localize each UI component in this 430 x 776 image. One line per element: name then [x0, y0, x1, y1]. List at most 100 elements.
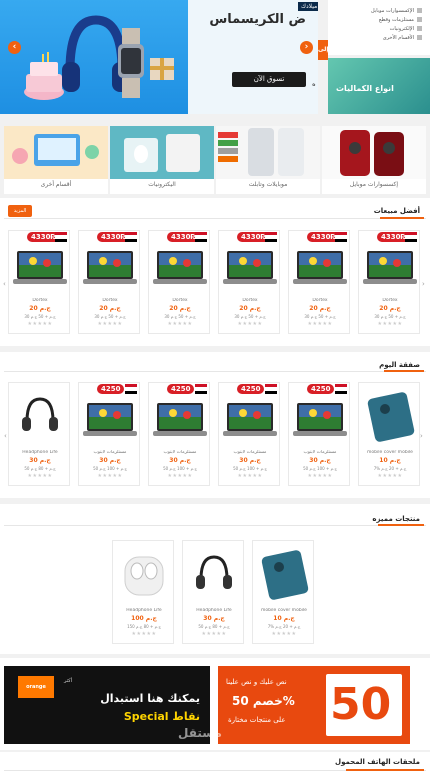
product-image [187, 547, 241, 603]
side-item-label: مستلزمات وقطع [378, 16, 414, 23]
side-item-label: الإلكترونيات [389, 25, 414, 32]
product-old-price: 7% ج.م + 20 ج.م [373, 466, 407, 471]
best-sellers-section: أفضل مبيعات المزيد ‹ › 4330₪ Dortex 20 ج.م… [0, 198, 430, 346]
carousel-prev-icon[interactable]: ‹ [4, 432, 7, 440]
hero-heading: ض الكريسماس [209, 12, 306, 27]
side-category-list: الإكسسوارات موبايل مستلزمات وقطع الإلكتر… [328, 0, 430, 55]
discount-banner[interactable]: 50 نص عليك و نص علينا خصم 50% على منتجات… [218, 666, 410, 744]
product-name: Headphone Life [196, 608, 232, 613]
category-label: اليكترونيات [148, 181, 176, 188]
category-label: إكسسوارات موبايل [349, 181, 399, 188]
carousel-next-icon[interactable]: › [422, 280, 425, 288]
more-button[interactable]: المزيد [8, 205, 32, 217]
category-label: أقسام أخرى [40, 181, 72, 188]
product-card[interactable]: 4250 مستلزمات لابتوب 30 ج.م 50 ج.م + 100 ج.… [288, 382, 350, 486]
product-card[interactable]: 4250 مستلزمات لابتوب 30 ج.م 50 ج.م + 100 ج.… [218, 382, 280, 486]
rating-stars-icon: ★★★★★ [27, 321, 53, 327]
product-card[interactable]: 4330₪ Dortex 20 ج.م 30 ج.م + 50 ج.م ★★★★★ [218, 230, 280, 334]
product-card[interactable]: 4250 مستلزمات لابتوب 30 ج.م 50 ج.م + 100 ج.… [148, 382, 210, 486]
product-card[interactable]: 4250 مستلزمات لابتوب 30 ج.م 50 ج.م + 100 ج.… [78, 382, 140, 486]
product-card[interactable]: 4330₪ Dortex 20 ج.م 30 ج.م + 50 ج.م ★★★★★ [8, 230, 70, 334]
shop-now-button[interactable]: تسوق الآن [232, 72, 306, 87]
discount-line3: على منتجات مختارة [228, 716, 286, 724]
price-badge: 4250 [97, 384, 125, 394]
side-item[interactable]: الإلكترونيات [328, 24, 430, 33]
flag-icon [335, 232, 347, 242]
flag-icon [55, 232, 67, 242]
rating-stars-icon: ★★★★★ [131, 631, 157, 637]
category-label: موبايلات وتابلت [248, 181, 288, 188]
section-divider [4, 525, 426, 526]
side-promo-banner[interactable]: انواع الكماليات [328, 58, 430, 114]
price-badge: 4250 [167, 384, 195, 394]
section-title: صفقة اليوم [379, 361, 420, 369]
hero-products-illustration [24, 15, 174, 100]
hero-prev-arrow-icon[interactable]: ‹ [8, 41, 21, 54]
discount-number: 50 [330, 679, 392, 730]
hero-side-cut-label: إلى [318, 40, 328, 60]
product-image [257, 547, 311, 603]
product-name: مستلزمات لابتوب [163, 450, 197, 455]
product-image [223, 237, 277, 293]
product-image [293, 389, 347, 445]
product-card[interactable]: 4330₪ Dortex 20 ج.م 30 ج.م + 50 ج.م ★★★★★ [78, 230, 140, 334]
rating-stars-icon: ★★★★★ [97, 321, 123, 327]
product-card[interactable]: Headphone Life 30 ج.م 50 ج.م + 80 ج.م ★★★★★ [182, 540, 244, 644]
product-old-price: 50 ج.م + 80 ج.م [24, 466, 56, 471]
hero-slider[interactable]: ‹ ميلادك ض الكريسماس › تسوق الآن ه [0, 0, 318, 114]
product-price: 20 ج.م [169, 305, 191, 312]
category-card-electronics[interactable]: اليكترونيات [110, 126, 214, 194]
flag-icon [195, 232, 207, 242]
product-price: 30 ج.م [239, 457, 261, 464]
product-price: 30 ج.م [29, 457, 51, 464]
product-card[interactable]: 4330₪ Dortex 20 ج.م 30 ج.م + 50 ج.م ★★★★★ [288, 230, 350, 334]
product-price: 30 ج.م [99, 457, 121, 464]
rating-stars-icon: ★★★★★ [377, 321, 403, 327]
carousel-prev-icon[interactable]: ‹ [3, 280, 6, 288]
carousel-next-icon[interactable]: › [420, 432, 423, 440]
hero-next-arrow-icon[interactable]: › [300, 41, 313, 54]
category-image [110, 126, 214, 179]
product-image [363, 237, 417, 293]
product-image [13, 389, 67, 445]
side-item[interactable]: الإكسسوارات موبايل [328, 6, 430, 15]
product-price: 20 ج.م [309, 305, 331, 312]
rating-stars-icon: ★★★★★ [97, 473, 123, 479]
hero-cut-text: ه [312, 80, 316, 88]
section-accent [384, 370, 424, 372]
category-card-other[interactable]: أقسام أخرى [4, 126, 108, 194]
category-card-accessories[interactable]: إكسسوارات موبايل [322, 126, 426, 194]
product-card[interactable]: Headphone Life 100 ج.م 150 ج.م + 80 ج.م ★★★… [112, 540, 174, 644]
rating-stars-icon: ★★★★★ [271, 631, 297, 637]
product-card[interactable]: 4330₪ Dortex 20 ج.م 30 ج.م + 50 ج.م ★★★★★ [358, 230, 420, 334]
side-item[interactable]: مستلزمات وقطع [328, 15, 430, 24]
product-old-price: 30 ج.م + 50 ج.م [234, 314, 266, 319]
flag-icon [195, 384, 207, 394]
product-old-price: 30 ج.م + 50 ج.م [94, 314, 126, 319]
side-item-label: الإكسسوارات موبايل [371, 7, 414, 14]
product-image [83, 237, 137, 293]
product-card[interactable]: Headphone Life 30 ج.م 50 ج.م + 80 ج.م ★★★★★ [8, 382, 70, 486]
deal-of-day-section: صفقة اليوم ‹ › Headphone Life 30 ج.م 50 ج.… [0, 352, 430, 498]
product-price: 20 ج.م [379, 305, 401, 312]
product-price: 30 ج.م [309, 457, 331, 464]
product-card[interactable]: mobile cover mobile 10 ج.م 7% ج.م + 20 ج.م… [252, 540, 314, 644]
section-accent [378, 524, 424, 526]
side-item[interactable]: الأقسام الأخرى [328, 33, 430, 42]
rating-stars-icon: ★★★★★ [307, 321, 333, 327]
product-price: 20 ج.م [99, 305, 121, 312]
side-banner-text: انواع الكماليات [336, 84, 394, 93]
category-card-phones[interactable]: موبايلات وتابلت [216, 126, 320, 194]
product-price: 20 ج.م [29, 305, 51, 312]
product-name: Dortex [312, 298, 328, 303]
product-image [153, 389, 207, 445]
square-icon [417, 26, 422, 31]
category-image [216, 126, 320, 179]
product-card[interactable]: mobile cover mobile 10 ج.م 7% ج.م + 20 ج.م… [358, 382, 420, 486]
product-old-price: 7% ج.م + 20 ج.م [267, 624, 301, 629]
product-price: 30 ج.م [203, 615, 225, 622]
hero-promo-tag: ميلادك [298, 2, 318, 11]
rating-stars-icon: ★★★★★ [307, 473, 333, 479]
product-card[interactable]: 4330₪ Dortex 20 ج.م 30 ج.م + 50 ج.م ★★★★★ [148, 230, 210, 334]
banner-line1: يمكنك هنا استبدال [100, 692, 200, 705]
